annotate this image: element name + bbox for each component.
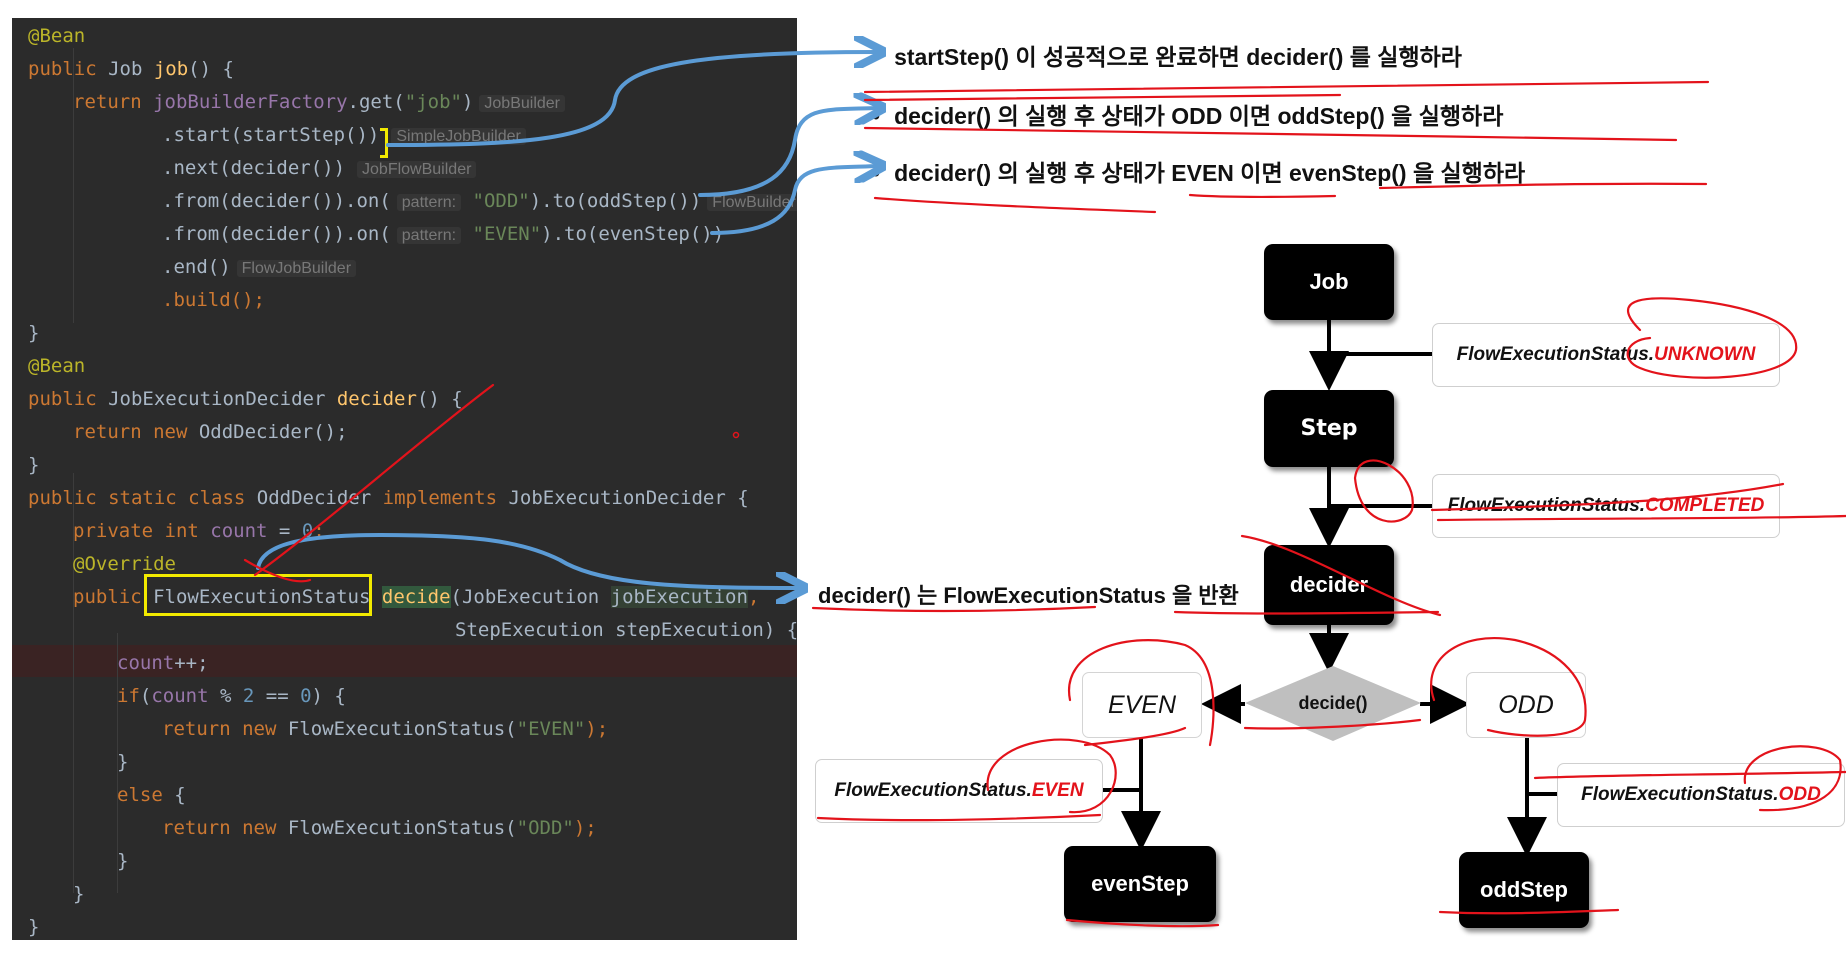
blue-arrow-even-to-bullet3 bbox=[710, 166, 878, 235]
red-underline-oddstep bbox=[1438, 908, 1620, 915]
red-underline bbox=[863, 93, 1342, 102]
red-underline bbox=[1188, 193, 1337, 199]
annotation-overlay bbox=[243, 0, 1846, 928]
red-circle-even bbox=[1067, 639, 1215, 747]
red-circle-odd bbox=[1430, 637, 1587, 737]
red-pen-stroke bbox=[253, 383, 495, 577]
red-underline-evenstep bbox=[1065, 918, 1220, 928]
red-pen-stroke bbox=[243, 558, 312, 583]
red-circle-status-odd bbox=[1743, 745, 1842, 812]
red-underline-decide bbox=[1243, 718, 1422, 730]
blue-arrow-odd-to-bullet2 bbox=[698, 108, 878, 197]
red-circle-status-even bbox=[986, 738, 1117, 814]
red-underline bbox=[863, 80, 1710, 94]
blue-arrow-start-to-bullet1 bbox=[386, 52, 878, 147]
red-underline bbox=[873, 196, 1157, 214]
red-underline bbox=[811, 605, 1097, 612]
red-underline bbox=[1173, 610, 1440, 615]
red-underline-completed bbox=[1436, 514, 1846, 522]
red-underline bbox=[863, 126, 1678, 142]
red-pen-stroke bbox=[1083, 726, 1187, 747]
blue-arrow-decide-to-note bbox=[256, 532, 800, 588]
red-pen-stroke bbox=[1240, 534, 1442, 617]
red-circle-completed bbox=[1353, 459, 1414, 523]
red-underline-status-even bbox=[816, 813, 1102, 822]
red-dot bbox=[732, 431, 740, 439]
red-underline-status-odd bbox=[1533, 770, 1846, 780]
red-circle-unknown bbox=[1626, 297, 1798, 379]
red-underline-completed bbox=[1430, 482, 1785, 512]
red-underline bbox=[1378, 182, 1708, 190]
